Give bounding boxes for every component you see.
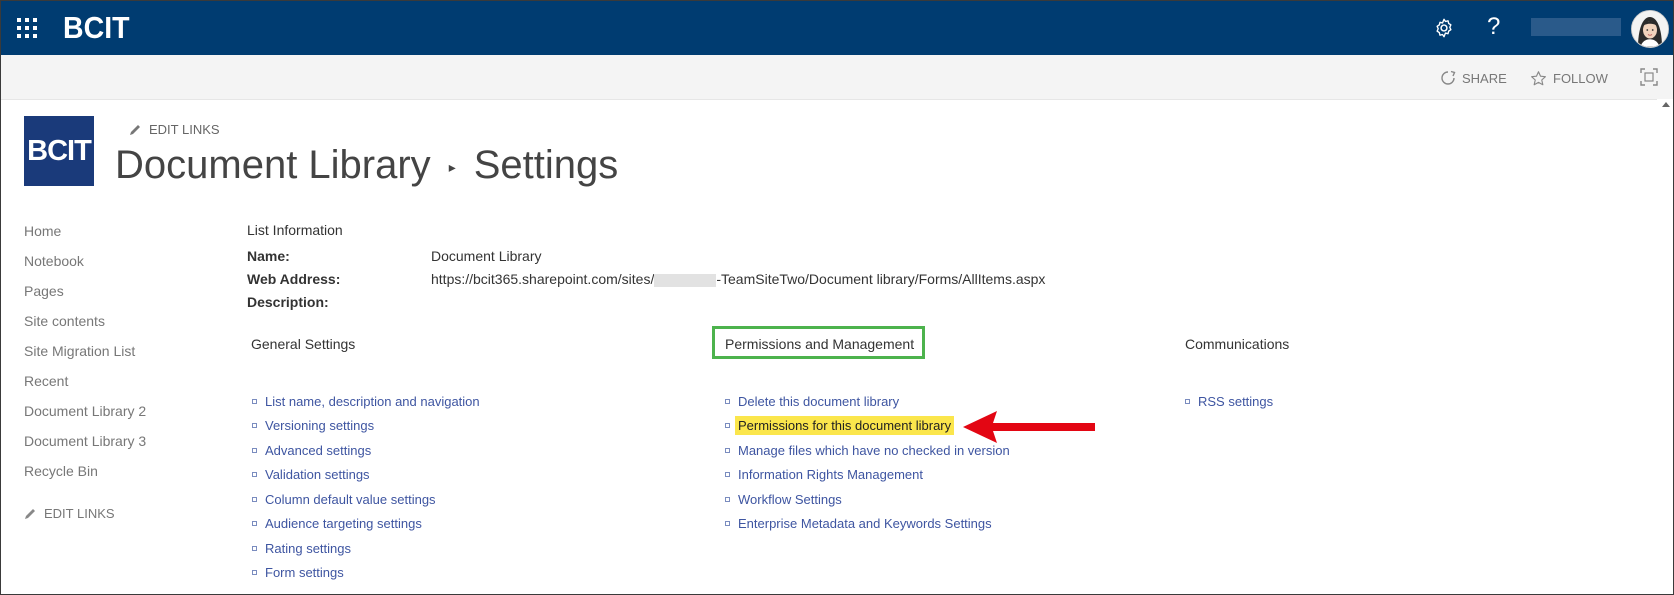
list-item[interactable]: Form settings [252,561,480,586]
list-item[interactable]: Versioning settings [252,414,480,439]
nav-item-site-migration-list[interactable]: Site Migration List [24,341,204,371]
avatar[interactable] [1631,10,1669,48]
web-address-label: Web Address: [247,271,341,287]
nav-item-document-library-2[interactable]: Document Library 2 [24,401,204,431]
nav-item-site-contents[interactable]: Site contents [24,311,204,341]
nav-item-pages[interactable]: Pages [24,281,204,311]
bullet-icon [725,398,730,404]
link-advanced-settings[interactable]: Advanced settings [265,443,371,458]
bullet-icon [725,496,730,502]
help-icon[interactable]: ? [1487,13,1500,41]
list-item[interactable]: RSS settings [1185,389,1273,414]
link-rating-settings[interactable]: Rating settings [265,541,351,556]
action-bar: SHARE FOLLOW [1,55,1673,100]
list-item[interactable]: Column default value settings [252,487,480,512]
link-permissions-library[interactable]: Permissions for this document library [735,416,955,436]
bullet-icon [252,545,257,551]
link-list-name-description[interactable]: List name, description and navigation [265,394,480,409]
web-address-suffix: -TeamSiteTwo/Document library/Forms/AllI… [716,271,1046,287]
list-item[interactable]: Information Rights Management [725,463,1010,488]
follow-label: FOLLOW [1553,71,1608,86]
nav-item-recent[interactable]: Recent [24,371,204,401]
link-validation-settings[interactable]: Validation settings [265,467,370,482]
link-column-default-value[interactable]: Column default value settings [265,492,436,507]
web-address-value: https://bcit365.sharepoint.com/sites/ -Te… [431,271,1045,287]
edit-links-label: EDIT LINKS [44,506,115,521]
left-nav: Home Notebook Pages Site contents Site M… [24,221,204,491]
waffle-icon[interactable] [17,18,37,38]
breadcrumb-separator: ▸ [448,159,456,175]
link-rss-settings[interactable]: RSS settings [1198,394,1273,409]
focus-mode-icon[interactable] [1640,68,1658,86]
permissions-heading: Permissions and Management [725,336,915,352]
brand-logo[interactable]: BCIT [63,10,130,46]
link-versioning-settings[interactable]: Versioning settings [265,418,374,433]
nav-item-notebook[interactable]: Notebook [24,251,204,281]
list-item[interactable]: Enterprise Metadata and Keywords Setting… [725,512,1010,537]
gear-icon[interactable] [1433,17,1455,39]
name-label: Name: [247,248,290,264]
pencil-icon [130,124,140,135]
bullet-icon [725,472,730,478]
list-item[interactable]: Workflow Settings [725,487,1010,512]
bullet-icon [252,521,257,527]
vertical-scrollbar[interactable] [1657,99,1673,594]
edit-links-top[interactable]: EDIT LINKS [129,122,220,137]
communications-heading: Communications [1185,336,1290,352]
list-item[interactable]: Rating settings [252,536,480,561]
redacted-block [654,273,717,287]
site-logo[interactable]: BCIT [24,116,94,186]
user-name[interactable] [1531,18,1621,36]
bullet-icon [252,398,257,404]
scroll-up-arrow-icon[interactable] [1662,102,1670,107]
general-settings-links: List name, description and navigation Ve… [252,389,480,585]
bullet-icon [252,447,257,453]
link-enterprise-metadata[interactable]: Enterprise Metadata and Keywords Setting… [738,516,992,531]
share-label: SHARE [1462,70,1507,86]
general-settings-heading: General Settings [251,336,356,352]
link-information-rights[interactable]: Information Rights Management [738,467,923,482]
web-address-prefix: https://bcit365.sharepoint.com/sites/ [431,271,655,287]
list-item[interactable]: List name, description and navigation [252,389,480,414]
bullet-icon [252,472,257,478]
link-workflow-settings[interactable]: Workflow Settings [738,492,842,507]
page-title: Document Library ▸ Settings [115,143,618,188]
share-button[interactable]: SHARE [1440,70,1507,86]
edit-links-left[interactable]: EDIT LINKS [24,506,115,521]
breadcrumb-settings: Settings [473,143,619,187]
link-audience-targeting[interactable]: Audience targeting settings [265,516,422,531]
pencil-icon [25,508,35,519]
list-item[interactable]: Audience targeting settings [252,512,480,537]
edit-links-label: EDIT LINKS [149,122,220,137]
description-label: Description: [247,294,329,310]
bullet-icon [725,423,730,429]
breadcrumb-library[interactable]: Document Library [115,143,431,188]
nav-item-home[interactable]: Home [24,221,204,251]
suite-bar: BCIT ? [1,1,1673,55]
nav-item-recycle-bin[interactable]: Recycle Bin [24,461,204,491]
list-item[interactable]: Validation settings [252,463,480,488]
red-arrow-annotation [963,411,1095,443]
name-value: Document Library [431,248,542,264]
bullet-icon [725,521,730,527]
star-icon [1531,71,1546,86]
bullet-icon [252,423,257,429]
link-delete-library[interactable]: Delete this document library [738,394,899,409]
bullet-icon [1185,398,1190,404]
bullet-icon [252,570,257,576]
list-info-heading: List Information [247,222,343,238]
link-manage-checked-in[interactable]: Manage files which have no checked in ve… [738,443,1010,458]
bullet-icon [252,496,257,502]
communications-links: RSS settings [1185,389,1273,414]
bullet-icon [725,447,730,453]
share-icon [1441,70,1456,85]
nav-item-document-library-3[interactable]: Document Library 3 [24,431,204,461]
link-form-settings[interactable]: Form settings [265,565,344,580]
list-item[interactable]: Advanced settings [252,438,480,463]
follow-button[interactable]: FOLLOW [1530,70,1608,87]
